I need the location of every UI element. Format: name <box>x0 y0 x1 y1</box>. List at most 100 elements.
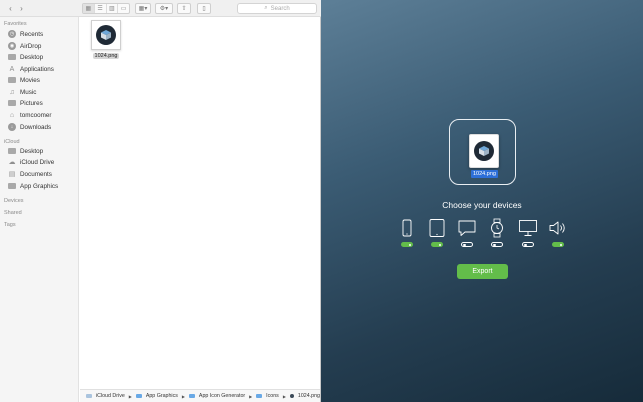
device-option-ipad <box>427 218 447 249</box>
path-segment[interactable]: 1024.png <box>298 393 320 399</box>
music-note-icon: ♫ <box>9 88 15 96</box>
gear-icon: ⚙▾ <box>159 6 169 12</box>
clock-icon: ◷ <box>8 30 16 38</box>
device-option-watch <box>487 218 507 249</box>
back-button[interactable]: ‹ <box>6 3 15 14</box>
device-option-carplay <box>548 218 568 249</box>
file-item[interactable]: 1024.png <box>90 20 122 59</box>
tag-icon: ▯ <box>202 6 206 12</box>
mac-toggle[interactable] <box>522 242 534 247</box>
sidebar-item-label: Movies <box>20 76 40 84</box>
path-separator-icon: ▶ <box>282 393 286 399</box>
path-separator-icon: ▶ <box>249 393 253 399</box>
devices-section-title[interactable]: Devices <box>4 198 24 204</box>
view-mode-selector: ▦ ☰ ▥ ▭ <box>82 3 130 14</box>
device-option-imessage <box>457 218 477 249</box>
sidebar-item-movies[interactable]: Movies <box>8 75 40 85</box>
file-browser-content: 1024.png <box>80 17 320 388</box>
document-icon: ▤ <box>8 171 16 178</box>
favorites-section-title: Favorites <box>4 21 27 27</box>
ipad-toggle[interactable] <box>431 242 443 247</box>
icon-view-button[interactable]: ▦ <box>83 4 95 13</box>
cube-icon <box>101 30 111 40</box>
watch-icon[interactable] <box>487 218 507 238</box>
forward-button[interactable]: › <box>17 3 26 14</box>
sidebar-item-app-graphics[interactable]: App Graphics <box>8 181 58 191</box>
finder-window: ‹ › ▦ ☰ ▥ ▭ ▦▾ ⚙▾ ⇧ ▯ ⌕ Search Favorites <box>0 0 321 402</box>
sidebar-item-label: Music <box>20 88 37 96</box>
list-view-button[interactable]: ☰ <box>95 4 107 13</box>
sidebar-item-airdrop[interactable]: ◉ AirDrop <box>8 41 41 51</box>
file-name: 1024.png <box>92 53 120 59</box>
path-segment[interactable]: Icons <box>266 393 279 399</box>
path-segment[interactable]: App Graphics <box>146 393 178 399</box>
tags-section-title[interactable]: Tags <box>4 222 16 228</box>
search-placeholder: Search <box>270 5 290 12</box>
sidebar-item-icloud-desktop[interactable]: Desktop <box>8 146 43 156</box>
message-bubble-icon[interactable] <box>457 218 477 238</box>
device-option-iphone <box>397 218 417 249</box>
sidebar-item-pictures[interactable]: Pictures <box>8 98 43 108</box>
desktop-icon <box>8 54 16 60</box>
folder-icon <box>256 394 263 398</box>
tag-button[interactable]: ▯ <box>197 3 211 14</box>
sidebar-item-downloads[interactable]: ↓ Downloads <box>8 122 51 132</box>
chevron-left-icon: ‹ <box>9 4 12 13</box>
path-segment[interactable]: App Icon Generator <box>199 393 245 399</box>
sidebar-item-label: tomcoomer <box>20 111 52 119</box>
search-field[interactable]: ⌕ Search <box>237 3 317 14</box>
app-icon-generator-window: 1024.png Choose your devices Export <box>321 0 643 402</box>
finder-sidebar: Favorites ◷ Recents ◉ AirDrop Desktop A … <box>0 17 79 402</box>
folder-icon <box>135 394 142 398</box>
column-view-button[interactable]: ▥ <box>107 4 119 13</box>
sidebar-item-home[interactable]: ⌂ tomcoomer <box>8 110 52 120</box>
iphone-toggle[interactable] <box>401 242 413 247</box>
iphone-icon[interactable] <box>397 218 417 238</box>
folder-icon <box>188 394 195 398</box>
file-thumbnail <box>91 20 121 50</box>
sidebar-item-desktop[interactable]: Desktop <box>8 52 43 62</box>
sidebar-item-icloud-drive[interactable]: ☁ iCloud Drive <box>8 157 55 167</box>
sidebar-item-label: Desktop <box>20 53 44 61</box>
grid-icon: ▦▾ <box>138 6 148 12</box>
group-button[interactable]: ▦▾ <box>135 3 151 14</box>
airdrop-icon: ◉ <box>8 42 16 50</box>
monitor-icon[interactable] <box>518 218 538 238</box>
cloud-icon: ☁ <box>8 159 16 166</box>
watch-toggle[interactable] <box>491 242 503 247</box>
sidebar-item-label: Desktop <box>20 147 44 155</box>
path-separator-icon: ▶ <box>128 393 132 399</box>
finder-toolbar: ‹ › ▦ ☰ ▥ ▭ ▦▾ ⚙▾ ⇧ ▯ ⌕ Search <box>0 0 321 17</box>
speaker-icon[interactable] <box>548 218 568 238</box>
cloud-icon <box>86 394 92 398</box>
desktop-icon <box>8 148 16 154</box>
gallery-view-button[interactable]: ▭ <box>118 4 129 13</box>
sidebar-item-music[interactable]: ♫ Music <box>8 87 36 97</box>
image-file-icon <box>289 394 294 398</box>
app-icon-image <box>474 141 494 161</box>
download-icon: ↓ <box>8 123 16 131</box>
share-icon: ⇧ <box>181 6 187 12</box>
export-button[interactable]: Export <box>457 264 508 279</box>
choose-devices-title: Choose your devices <box>442 200 522 210</box>
sidebar-item-label: Documents <box>20 170 52 178</box>
home-icon: ⌂ <box>9 111 15 119</box>
action-button[interactable]: ⚙▾ <box>155 3 173 14</box>
imessage-toggle[interactable] <box>461 242 473 247</box>
carplay-toggle[interactable] <box>552 242 564 247</box>
sidebar-item-label: iCloud Drive <box>20 158 55 166</box>
applications-icon: A <box>9 65 15 73</box>
image-drop-zone[interactable]: 1024.png <box>449 119 516 185</box>
sidebar-item-applications[interactable]: A Applications <box>8 64 54 74</box>
path-segment[interactable]: iCloud Drive <box>96 393 125 399</box>
sidebar-item-documents[interactable]: ▤ Documents <box>8 169 52 179</box>
dropped-file-preview <box>469 134 499 168</box>
camera-icon <box>8 100 16 106</box>
shared-section-title[interactable]: Shared <box>4 210 22 216</box>
ipad-icon[interactable] <box>427 218 447 238</box>
sidebar-item-label: Pictures <box>20 99 43 107</box>
share-button[interactable]: ⇧ <box>177 3 191 14</box>
sidebar-item-label: App Graphics <box>20 182 59 190</box>
sidebar-item-recents[interactable]: ◷ Recents <box>8 29 43 39</box>
sidebar-item-label: AirDrop <box>20 42 42 50</box>
